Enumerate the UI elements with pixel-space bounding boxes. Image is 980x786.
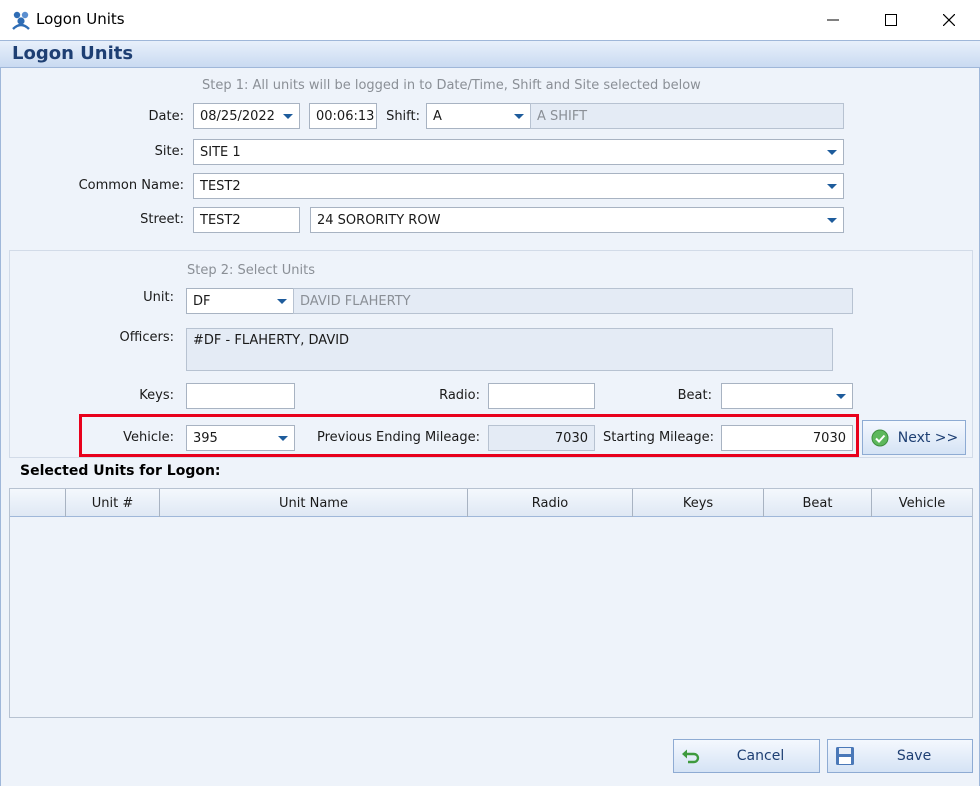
common-name-select[interactable]: TEST2 [193, 173, 844, 199]
shift-select[interactable]: A [426, 103, 531, 129]
vehicle-label: Vehicle: [123, 430, 174, 445]
beat-label: Beat: [677, 388, 712, 403]
selected-units-title: Selected Units for Logon: [20, 463, 221, 479]
site-label: Site: [154, 144, 184, 159]
street-number-input[interactable]: TEST2 [193, 207, 300, 233]
street-number-value: TEST2 [200, 212, 241, 228]
officers-list[interactable]: #DF - FLAHERTY, DAVID [186, 328, 833, 371]
start-mileage-input[interactable]: 7030 [721, 425, 853, 451]
check-circle-icon [869, 427, 891, 449]
radio-label: Radio: [439, 388, 480, 403]
street-label: Street: [140, 212, 184, 227]
vehicle-select[interactable]: 395 [186, 425, 295, 451]
start-mileage-value: 7030 [812, 430, 846, 446]
prev-mileage-field: 7030 [488, 425, 595, 451]
shift-label: Shift: [386, 109, 420, 124]
officers-value: #DF - FLAHERTY, DAVID [193, 333, 350, 348]
chevron-down-icon[interactable] [821, 174, 843, 198]
maximize-button[interactable] [862, 0, 920, 40]
keys-input[interactable] [186, 383, 295, 409]
grid-header: Unit # Unit Name Radio Keys Beat Vehicle [10, 489, 972, 517]
unit-value: DF [193, 293, 211, 309]
step1-label: Step 1: All units will be logged in to D… [202, 78, 701, 93]
chevron-down-icon[interactable] [821, 140, 843, 164]
officers-label: Officers: [119, 330, 174, 345]
prev-mileage-label: Previous Ending Mileage: [316, 430, 480, 445]
unit-name-value: DAVID FLAHERTY [300, 293, 411, 309]
keys-label: Keys: [139, 388, 174, 403]
next-button[interactable]: Next >> [862, 420, 966, 455]
step2-label: Step 2: Select Units [187, 263, 315, 278]
save-button[interactable]: Save [827, 739, 973, 773]
save-button-label: Save [896, 748, 932, 764]
date-picker[interactable]: 08/25/2022 [193, 103, 300, 129]
column-header-select[interactable] [10, 489, 66, 517]
selected-units-grid[interactable]: Unit # Unit Name Radio Keys Beat Vehicle [9, 488, 973, 718]
header-band [0, 40, 980, 68]
close-icon [943, 14, 955, 26]
unit-name-field: DAVID FLAHERTY [293, 288, 853, 314]
column-header-radio[interactable]: Radio [468, 489, 633, 517]
start-mileage-label: Starting Mileage: [602, 430, 714, 445]
street-select[interactable]: 24 SORORITY ROW [310, 207, 844, 233]
date-label: Date: [148, 109, 184, 124]
shift-value: A [433, 108, 442, 124]
column-header-unit-name[interactable]: Unit Name [160, 489, 468, 517]
close-button[interactable] [920, 0, 978, 40]
shift-name-value: A SHIFT [537, 108, 588, 124]
minimize-icon [827, 19, 839, 21]
common-name-value: TEST2 [200, 178, 241, 194]
chevron-down-icon[interactable] [821, 208, 843, 232]
beat-select[interactable] [721, 383, 853, 409]
chevron-down-icon[interactable] [277, 104, 299, 128]
prev-mileage-value: 7030 [554, 430, 588, 446]
column-header-beat[interactable]: Beat [764, 489, 872, 517]
next-button-label: Next >> [897, 429, 959, 446]
site-select[interactable]: SITE 1 [193, 139, 844, 165]
common-name-label: Common Name: [78, 178, 184, 193]
column-header-vehicle[interactable]: Vehicle [872, 489, 972, 517]
vehicle-value: 395 [193, 430, 218, 446]
chevron-down-icon[interactable] [830, 384, 852, 408]
column-header-unit-number[interactable]: Unit # [66, 489, 160, 517]
street-value: 24 SORORITY ROW [317, 212, 441, 228]
time-value: 00:06:13 [316, 108, 375, 124]
minimize-button[interactable] [804, 0, 862, 40]
chevron-down-icon[interactable] [508, 104, 530, 128]
column-header-keys[interactable]: Keys [633, 489, 764, 517]
window-title: Logon Units [36, 10, 125, 28]
app-logo-icon [10, 9, 32, 31]
cancel-button-label: Cancel [736, 748, 785, 764]
chevron-down-icon[interactable] [271, 289, 293, 313]
cancel-button[interactable]: Cancel [673, 739, 820, 773]
date-value: 08/25/2022 [200, 108, 275, 124]
site-value: SITE 1 [200, 144, 241, 160]
chevron-down-icon[interactable] [272, 426, 294, 450]
radio-input[interactable] [488, 383, 595, 409]
unit-label: Unit: [143, 290, 174, 305]
floppy-disk-icon [834, 745, 856, 767]
page-title: Logon Units [12, 43, 134, 64]
maximize-icon [885, 14, 897, 26]
unit-select[interactable]: DF [186, 288, 294, 314]
shift-name-field: A SHIFT [530, 103, 844, 129]
time-field[interactable]: 00:06:13 [309, 103, 377, 129]
undo-arrow-icon [680, 745, 702, 767]
